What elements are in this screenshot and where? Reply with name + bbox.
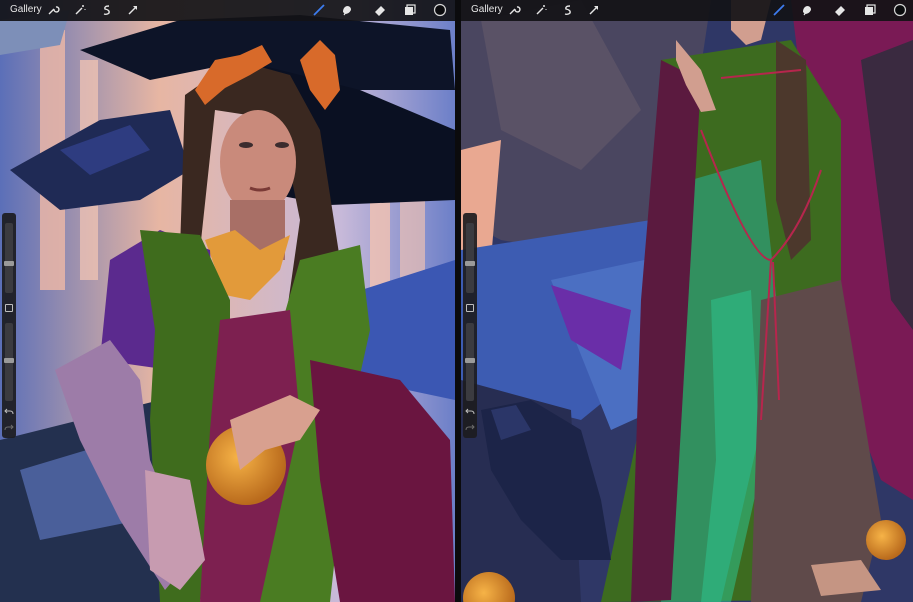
sidebar (463, 213, 477, 438)
modify-button[interactable] (5, 304, 13, 312)
canvas-painting-right[interactable] (461, 0, 913, 602)
brush-icon[interactable] (772, 3, 786, 17)
opacity-slider[interactable] (465, 323, 475, 401)
redo-icon[interactable] (465, 423, 475, 433)
wrench-icon[interactable] (507, 3, 521, 17)
brush-size-slider[interactable] (465, 223, 475, 293)
smudge-icon[interactable] (340, 3, 354, 17)
smudge-icon[interactable] (800, 3, 814, 17)
transform-arrow-icon[interactable] (126, 3, 140, 17)
brush-size-thumb[interactable] (465, 261, 475, 266)
color-circle-icon[interactable] (433, 3, 447, 17)
gallery-button[interactable]: Gallery (10, 4, 42, 16)
undo-icon[interactable] (465, 407, 475, 417)
layers-icon[interactable] (403, 3, 417, 17)
undo-icon[interactable] (4, 407, 14, 417)
toolbar: Gallery (461, 0, 913, 21)
eraser-icon[interactable] (373, 3, 387, 17)
opacity-thumb[interactable] (4, 358, 14, 363)
transform-arrow-icon[interactable] (587, 3, 601, 17)
canvas-painting-left[interactable] (0, 0, 455, 602)
redo-icon[interactable] (4, 423, 14, 433)
left-screen: Gallery (0, 0, 455, 602)
modify-button[interactable] (466, 304, 474, 312)
right-screen: Gallery (461, 0, 913, 602)
split-view: Gallery Gallery (0, 0, 913, 602)
magic-wand-icon[interactable] (73, 3, 87, 17)
selection-icon[interactable] (100, 3, 114, 17)
gallery-button[interactable]: Gallery (471, 4, 503, 16)
brush-icon[interactable] (312, 3, 326, 17)
color-circle-icon[interactable] (893, 3, 907, 17)
sidebar (2, 213, 16, 438)
selection-icon[interactable] (561, 3, 575, 17)
magic-wand-icon[interactable] (534, 3, 548, 17)
opacity-thumb[interactable] (465, 358, 475, 363)
opacity-slider[interactable] (4, 323, 14, 401)
brush-size-thumb[interactable] (4, 261, 14, 266)
layers-icon[interactable] (863, 3, 877, 17)
wrench-icon[interactable] (46, 3, 60, 17)
toolbar: Gallery (0, 0, 455, 21)
brush-size-slider[interactable] (4, 223, 14, 293)
eraser-icon[interactable] (833, 3, 847, 17)
